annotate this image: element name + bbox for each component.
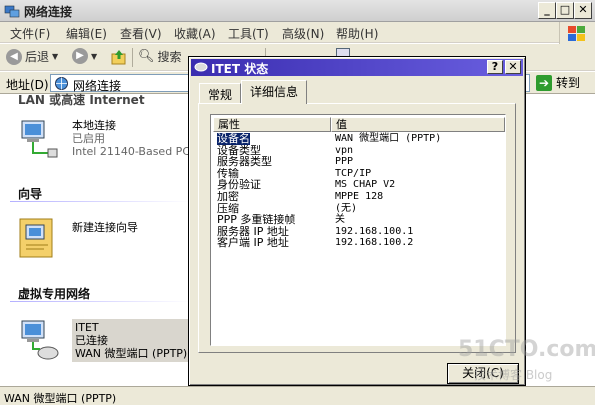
group-divider <box>10 301 192 302</box>
go-button[interactable]: ➔ 转到 <box>536 74 580 91</box>
wizard-icon <box>19 218 53 258</box>
list-rows: 设备名 WAN 微型端口 (PPTP) 设备类型 vpn 服务器类型 PPP 传输 TC… <box>213 133 505 249</box>
forward-arrow-icon: ▶ <box>72 48 88 64</box>
forward-button[interactable]: ▶ ▼ <box>72 48 97 64</box>
list-header: 属性 值 <box>213 117 505 132</box>
connection-status: 已启用 <box>72 132 105 145</box>
connection-device: Intel 21140-Based PCI F <box>72 145 204 158</box>
list-row[interactable]: 传输 TCP/IP <box>213 168 505 180</box>
chevron-down-icon: ▼ <box>91 51 98 61</box>
group-heading-lan: LAN 或高速 Internet <box>18 93 145 107</box>
connection-name: ITET <box>75 321 99 334</box>
status-text: WAN 微型端口 (PPTP) <box>4 392 117 405</box>
chevron-down-icon: ▼ <box>52 52 59 61</box>
connection-status: 已连接 <box>75 334 108 347</box>
details-panel: 属性 值 设备名 WAN 微型端口 (PPTP) 设备类型 vpn 服务器类型 PPP… <box>198 103 516 353</box>
dialog-title: ITET 状态 <box>211 62 269 76</box>
status-bar: WAN 微型端口 (PPTP) <box>0 386 595 405</box>
wizard-name: 新建连接向导 <box>72 221 138 234</box>
window-titlebar: 网络连接 _ □ ✕ <box>0 0 595 22</box>
column-header-property[interactable]: 属性 <box>213 117 331 132</box>
menu-file[interactable]: 文件(F) <box>10 25 50 42</box>
network-connections-icon <box>4 5 20 18</box>
menu-edit[interactable]: 编辑(E) <box>66 25 107 42</box>
search-button[interactable]: 🔍︎ 搜索 <box>138 48 182 65</box>
up-folder-button[interactable] <box>110 48 128 66</box>
back-button[interactable]: ◀ 后退 ▼ <box>6 48 58 65</box>
connection-name: 本地连接 <box>72 119 116 132</box>
connection-device: WAN 微型端口 (PPTP) <box>75 347 188 360</box>
list-row[interactable]: 加密 MPPE 128 <box>213 191 505 203</box>
group-divider <box>10 201 192 202</box>
back-arrow-icon: ◀ <box>6 48 22 65</box>
watermark-caption: 技术博客 Blog <box>474 368 553 382</box>
list-row[interactable]: 客户端 IP 地址 192.168.100.2 <box>213 237 505 249</box>
maximize-button[interactable]: □ <box>556 2 574 19</box>
menu-view[interactable]: 查看(V) <box>120 25 162 42</box>
group-heading-wizard: 向导 <box>18 187 43 201</box>
go-arrow-icon: ➔ <box>536 74 552 91</box>
toolbar-separator <box>132 48 133 67</box>
dialog-close-x-button[interactable]: ✕ <box>505 60 521 74</box>
help-button[interactable]: ? <box>487 60 503 74</box>
vpn-connection-icon <box>21 320 59 360</box>
window-title: 网络连接 <box>24 5 73 19</box>
search-icon: 🔍︎ <box>138 49 155 64</box>
minimize-button[interactable]: _ <box>538 2 556 19</box>
list-row[interactable]: PPP 多重链接帧关 <box>213 214 505 226</box>
network-folder-icon <box>55 77 68 90</box>
list-row[interactable]: 设备名 WAN 微型端口 (PPTP) <box>213 133 505 145</box>
menu-bar: 文件(F) 编辑(E) 查看(V) 收藏(A) 工具(T) 高级(N) 帮助(H… <box>0 22 595 43</box>
column-header-value[interactable]: 值 <box>331 117 505 132</box>
lan-connection-icon <box>21 120 58 158</box>
up-folder-icon <box>111 50 126 65</box>
list-row[interactable]: 身份验证 MS CHAP V2 <box>213 179 505 191</box>
menu-tools[interactable]: 工具(T) <box>228 25 269 42</box>
close-button[interactable]: ✕ <box>574 2 592 19</box>
list-row[interactable]: 设备类型 vpn <box>213 145 505 157</box>
tab-general[interactable]: 常规 <box>199 83 242 103</box>
list-row[interactable]: 服务器类型 PPP <box>213 156 505 168</box>
menu-favorites[interactable]: 收藏(A) <box>174 25 216 42</box>
details-list[interactable]: 属性 值 设备名 WAN 微型端口 (PPTP) 设备类型 vpn 服务器类型 PPP… <box>210 114 506 346</box>
list-row[interactable]: 压缩 (无) <box>213 203 505 215</box>
menu-help[interactable]: 帮助(H) <box>336 25 378 42</box>
list-row[interactable]: 服务器 IP 地址 192.168.100.1 <box>213 226 505 238</box>
tab-details[interactable]: 详细信息 <box>241 80 308 104</box>
watermark-logo: 51CTO.com <box>458 337 595 362</box>
dialog-titlebar: ITET 状态 ? ✕ <box>191 59 523 76</box>
connection-dialog-icon <box>194 62 208 72</box>
group-heading-vpn: 虚拟专用网络 <box>18 287 91 301</box>
menu-advanced[interactable]: 高级(N) <box>282 25 324 42</box>
